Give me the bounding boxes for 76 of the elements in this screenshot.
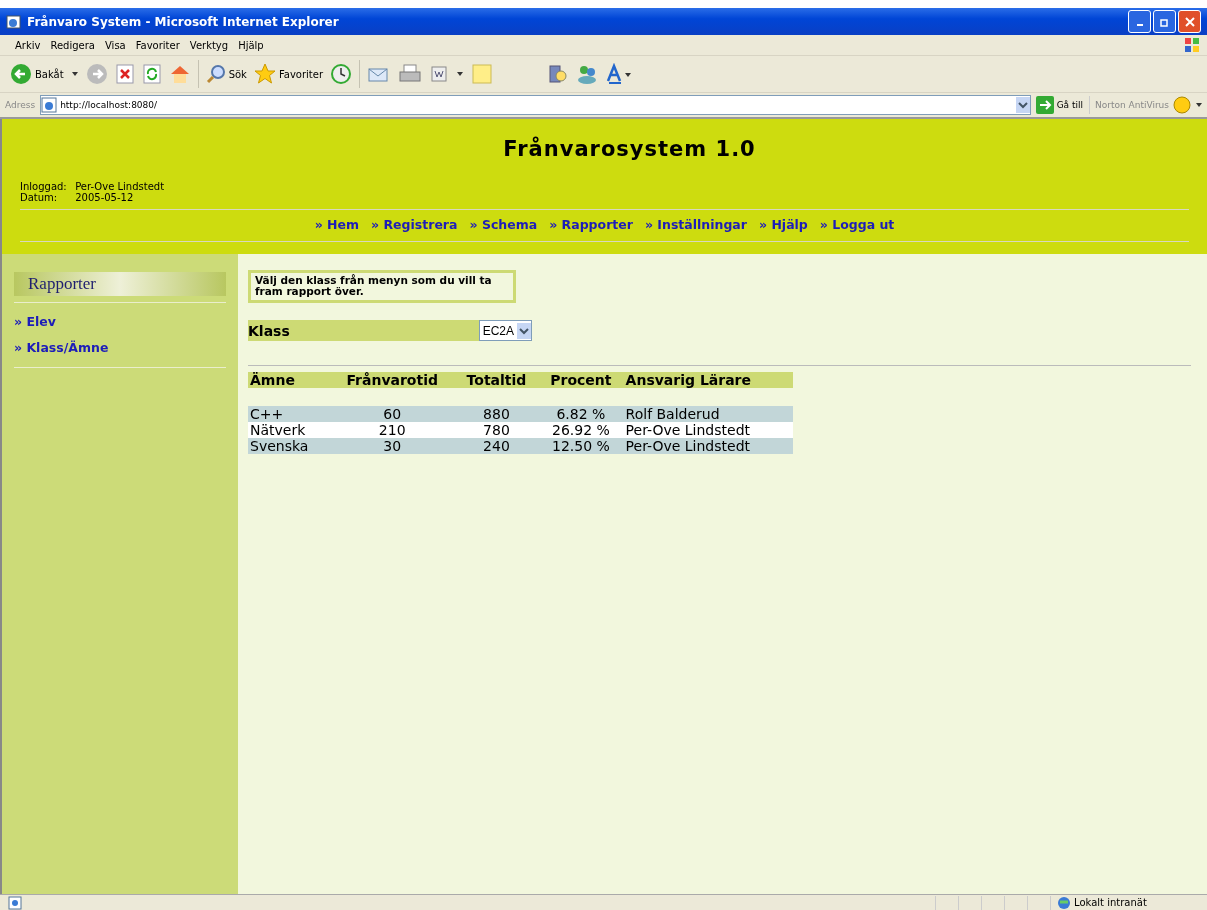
back-button[interactable]: Bakåt xyxy=(10,63,64,85)
minimize-icon xyxy=(1136,24,1143,26)
star-icon xyxy=(253,63,276,85)
globe-icon xyxy=(1057,895,1071,910)
minimize-button[interactable] xyxy=(1128,10,1151,33)
page-icon xyxy=(41,97,58,113)
menu-item[interactable]: Redigera xyxy=(45,39,100,51)
stop-icon[interactable] xyxy=(114,63,135,85)
nav-link[interactable]: » Hjälp xyxy=(758,217,808,232)
research-icon[interactable] xyxy=(547,63,569,85)
table-cell: 12.50 % xyxy=(538,438,624,454)
address-field[interactable]: http://localhost:8080/ xyxy=(40,95,1031,115)
menu-item[interactable]: Verktyg xyxy=(184,39,234,51)
sidebar-link[interactable]: » Klass/Ämne xyxy=(14,335,226,361)
table-cell: 210 xyxy=(329,422,455,438)
font-size-icon[interactable] xyxy=(605,63,633,85)
nav-link[interactable]: » Hem xyxy=(314,217,360,232)
nav-link[interactable]: » Rapporter xyxy=(549,217,633,232)
close-button[interactable] xyxy=(1178,10,1201,33)
address-label: Adress xyxy=(5,100,36,110)
close-icon xyxy=(1184,16,1195,27)
sidebar-title: Rapporter xyxy=(14,272,226,296)
table-cell: 60 xyxy=(329,406,455,422)
menu-item[interactable]: Visa xyxy=(100,39,131,51)
column-header: Totaltid xyxy=(454,372,539,388)
nav-link[interactable]: » Logga ut xyxy=(819,217,895,232)
restore-button[interactable] xyxy=(1153,10,1176,33)
table-cell: C++ xyxy=(248,406,330,422)
nav-link[interactable]: » Schema xyxy=(469,217,538,232)
user-name: Per-Ove Lindstedt xyxy=(75,181,165,192)
page-icon xyxy=(8,895,22,910)
zone-label: Lokalt intranät xyxy=(1050,895,1207,910)
refresh-icon[interactable] xyxy=(141,63,162,85)
table-cell: 880 xyxy=(454,406,539,422)
table-cell: Svenska xyxy=(248,438,330,454)
table-cell: Rolf Balderud xyxy=(623,406,793,422)
table-cell: 26.92 % xyxy=(538,422,624,438)
table-cell: 240 xyxy=(454,438,539,454)
browser-icon xyxy=(6,13,22,30)
column-header: Ämne xyxy=(248,372,330,388)
messenger-icon[interactable] xyxy=(576,63,598,85)
column-header: Ansvarig Lärare xyxy=(623,372,793,388)
dropdown-caret-icon[interactable] xyxy=(456,71,464,77)
table-cell: 6.82 % xyxy=(538,406,624,422)
menu-item[interactable]: Arkiv xyxy=(10,39,46,51)
class-select[interactable]: EC2A xyxy=(478,320,532,341)
class-label: Klass xyxy=(248,322,290,339)
window-title: Frånvaro System - Microsoft Internet Explorer xyxy=(27,14,339,29)
table-cell: Per-Ove Lindstedt xyxy=(623,422,793,438)
date-label: Datum: xyxy=(20,192,58,203)
history-icon[interactable] xyxy=(330,63,352,85)
menu-item[interactable]: Hjälp xyxy=(233,39,269,51)
table-cell: 780 xyxy=(454,422,539,438)
column-header: Frånvarotid xyxy=(329,372,455,388)
table-cell: Per-Ove Lindstedt xyxy=(623,438,793,454)
sidebar-link[interactable]: » Elev xyxy=(14,309,226,335)
word-document-icon[interactable] xyxy=(429,63,449,85)
user-label: Inloggad: xyxy=(20,181,68,192)
nav-link[interactable]: » Inställningar xyxy=(644,217,747,232)
dropdown-caret-icon xyxy=(1195,102,1203,108)
menu-item[interactable]: Favoriter xyxy=(130,39,185,51)
search-icon xyxy=(205,64,226,84)
search-button[interactable]: Sök xyxy=(205,64,247,84)
windows-flag-icon xyxy=(1183,36,1201,54)
printer-icon[interactable] xyxy=(398,63,422,85)
site-title: Frånvarosystem 1.0 xyxy=(502,137,757,161)
nav-link[interactable]: » Registrera xyxy=(371,217,458,232)
favorites-button[interactable]: Favoriter xyxy=(253,63,323,85)
table-cell: 30 xyxy=(329,438,455,454)
instruction-text: Välj den klass från menyn som du vill ta fram rapport över. xyxy=(248,270,516,303)
go-button[interactable]: Gå till xyxy=(1035,96,1090,114)
restore-icon xyxy=(1159,16,1170,27)
column-header: Procent xyxy=(538,372,624,388)
table-cell: Nätverk xyxy=(248,422,330,438)
date-value: 2005-05-12 xyxy=(75,192,134,203)
dropdown-caret-icon[interactable] xyxy=(70,71,79,77)
